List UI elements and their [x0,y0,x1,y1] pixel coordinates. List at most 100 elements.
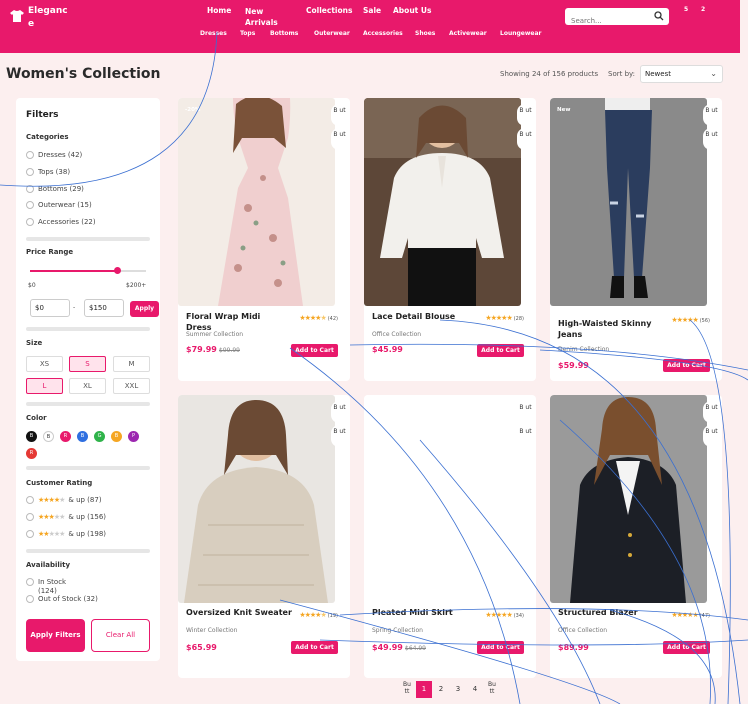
color-swatch-orange[interactable]: B [111,431,122,442]
size-option[interactable]: XXL [113,378,150,394]
product-name[interactable]: High-Waisted Skinny Jeans [558,318,658,340]
product-name[interactable]: Pleated Midi Skirt [372,607,472,618]
subnav-accessories[interactable]: Accessories [363,30,403,37]
checkbox[interactable] [26,185,34,193]
availability-option[interactable]: In Stock (124) [26,578,78,596]
checkbox[interactable] [26,578,34,586]
subnav-activewear[interactable]: Activewear [449,30,487,37]
product-image[interactable] [364,395,521,603]
price-min-input[interactable]: $0 [30,299,70,317]
product-card[interactable]: B ut B ut Lace Detail Blouse ★★★★★ (28) O… [364,98,536,381]
color-swatch-white[interactable]: B [43,431,54,442]
subnav-outerwear[interactable]: Outerwear [314,30,350,37]
product-image[interactable] [364,98,521,306]
wishlist-button[interactable]: B ut [331,104,348,126]
availability-option[interactable]: Out of Stock (32) [26,595,98,603]
product-card[interactable]: New B ut B ut High-Waisted Skinny Jeans … [550,98,722,381]
add-to-cart-button[interactable]: Add to Cart [477,344,524,357]
product-name[interactable]: Structured Blazer [558,607,658,618]
product-card[interactable]: B ut B ut Structured Blazer ★★★★★ (47) Of… [550,395,722,678]
wishlist-button[interactable]: B ut [517,104,534,126]
quick-view-button[interactable]: B ut [703,425,720,447]
price-slider[interactable] [30,267,146,274]
add-to-cart-button[interactable]: Add to Cart [663,359,710,372]
quick-view-button[interactable]: B ut [517,128,534,150]
product-image[interactable] [178,98,335,306]
search-icon[interactable] [654,11,664,21]
add-to-cart-button[interactable]: Add to Cart [663,641,710,654]
rating-option[interactable]: ★★★★★ & up (156) [26,513,106,521]
subnav-loungewear[interactable]: Loungewear [500,30,541,37]
page-link[interactable]: 1 [416,681,432,698]
add-to-cart-button[interactable]: Add to Cart [477,641,524,654]
nav-sale[interactable]: Sale [363,6,381,15]
checkbox[interactable] [26,496,34,504]
product-card[interactable]: B ut B ut Pleated Midi Skirt ★★★★★ (34) S… [364,395,536,678]
product-name[interactable]: Floral Wrap Midi Dress [186,311,286,333]
nav-collections[interactable]: Collections [306,6,352,15]
checkbox[interactable] [26,151,34,159]
checkbox[interactable] [26,530,34,538]
checkbox[interactable] [26,595,34,603]
wishlist-count[interactable]: 5 [684,6,688,13]
apply-filters-button[interactable]: Apply Filters [26,619,85,652]
rating-option[interactable]: ★★★★★ & up (87) [26,496,102,504]
next-page-button[interactable]: Bu tt [485,681,499,695]
category-option[interactable]: Accessories (22) [26,218,96,226]
add-to-cart-button[interactable]: Add to Cart [291,344,338,357]
color-swatch-blue[interactable]: B [77,431,88,442]
color-swatch-pink[interactable]: R [60,431,71,442]
nav-new-arrivals[interactable]: New Arrivals [245,6,279,28]
subnav-bottoms[interactable]: Bottoms [270,30,298,37]
wishlist-button[interactable]: B ut [331,401,348,423]
add-to-cart-button[interactable]: Add to Cart [291,641,338,654]
category-option[interactable]: Tops (38) [26,168,70,176]
checkbox[interactable] [26,513,34,521]
search-input[interactable] [565,12,645,30]
product-image[interactable] [550,395,707,603]
size-option[interactable]: L [26,378,63,394]
color-swatch-green[interactable]: G [94,431,105,442]
nav-home[interactable]: Home [207,6,231,15]
size-option[interactable]: XL [69,378,106,394]
cart-count[interactable]: 2 [701,6,705,13]
price-apply-button[interactable]: Apply [130,301,159,317]
category-option[interactable]: Bottoms (29) [26,185,84,193]
color-swatch-red[interactable]: R [26,448,37,459]
product-name[interactable]: Lace Detail Blouse [372,311,472,322]
quick-view-button[interactable]: B ut [703,128,720,150]
size-option[interactable]: XS [26,356,63,372]
quick-view-button[interactable]: B ut [331,425,348,447]
rating-option[interactable]: ★★★★★ & up (198) [26,530,106,538]
prev-page-button[interactable]: Bu tt [400,681,414,695]
checkbox[interactable] [26,201,34,209]
category-option[interactable]: Outerwear (15) [26,201,92,209]
size-option[interactable]: S [69,356,106,372]
brand-logo[interactable]: Eleganc e [10,5,68,31]
category-option[interactable]: Dresses (42) [26,151,82,159]
page-link[interactable]: 2 [433,681,449,698]
wishlist-button[interactable]: B ut [703,401,720,423]
product-card[interactable]: -20% B ut B ut Floral Wrap Midi Dress ★★… [178,98,350,381]
sort-select[interactable]: Newest ⌄ [640,65,723,83]
page-link[interactable]: 4 [467,681,483,698]
quick-view-button[interactable]: B ut [517,425,534,447]
wishlist-button[interactable]: B ut [517,401,534,423]
price-max-input[interactable]: $150 [84,299,124,317]
wishlist-button[interactable]: B ut [703,104,720,126]
price-slider-handle[interactable] [114,267,121,274]
checkbox[interactable] [26,218,34,226]
color-swatch-purple[interactable]: P [128,431,139,442]
nav-about-us[interactable]: About Us [393,6,431,15]
color-swatch-black[interactable]: B [26,431,37,442]
subnav-tops[interactable]: Tops [240,30,255,37]
product-image[interactable] [550,98,707,306]
subnav-dresses[interactable]: Dresses [200,30,227,37]
page-link[interactable]: 3 [450,681,466,698]
clear-all-button[interactable]: Clear All [91,619,150,652]
product-card[interactable]: B ut B ut Oversized Knit Sweater ★★★★★ (1… [178,395,350,678]
quick-view-button[interactable]: B ut [331,128,348,150]
product-name[interactable]: Oversized Knit Sweater [186,607,296,618]
checkbox[interactable] [26,168,34,176]
size-option[interactable]: M [113,356,150,372]
